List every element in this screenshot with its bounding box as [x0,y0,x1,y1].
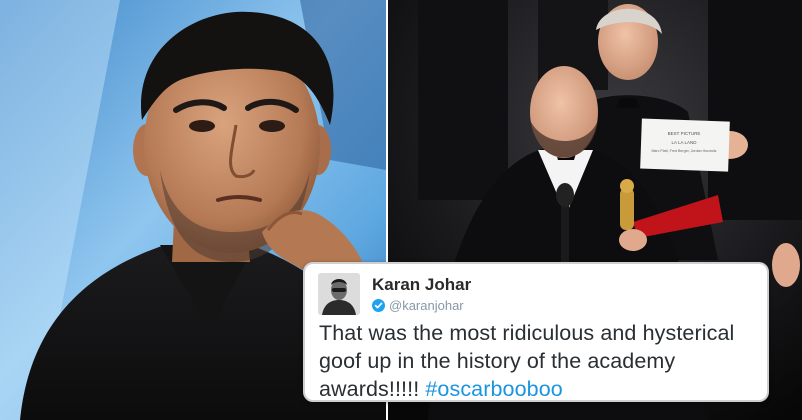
meme-image: BEST PICTURE LA LA LAND Marc Platt, Fred… [0,0,802,420]
tweet-author-name: Karan Johar [372,275,472,294]
tweet-handle-row: @karanjohar [372,297,464,313]
card-line-3: Marc Platt, Fred Berger, Jordan Horowitz [651,149,716,153]
card-line-2: LA LA LAND [671,140,697,145]
tweet-text-line: That was the most ridiculous and hysteri… [319,321,735,345]
tweet-text-line: goof up in the history of the academy [319,349,676,373]
tweet-card: Karan Johar @karanjohar That was the mos… [303,262,769,402]
avatar [318,273,360,315]
tweet-text-line: awards!!!!! [319,377,426,401]
hashtag-link[interactable]: #oscarbooboo [425,377,562,401]
tweet-text: That was the most ridiculous and hysteri… [319,319,769,403]
card-line-1: BEST PICTURE [668,131,701,136]
verified-badge-icon [372,298,385,312]
tweet-text-line: awards!!!!! #oscarbooboo [319,375,769,403]
tweet-author-handle: @karanjohar [389,297,464,313]
